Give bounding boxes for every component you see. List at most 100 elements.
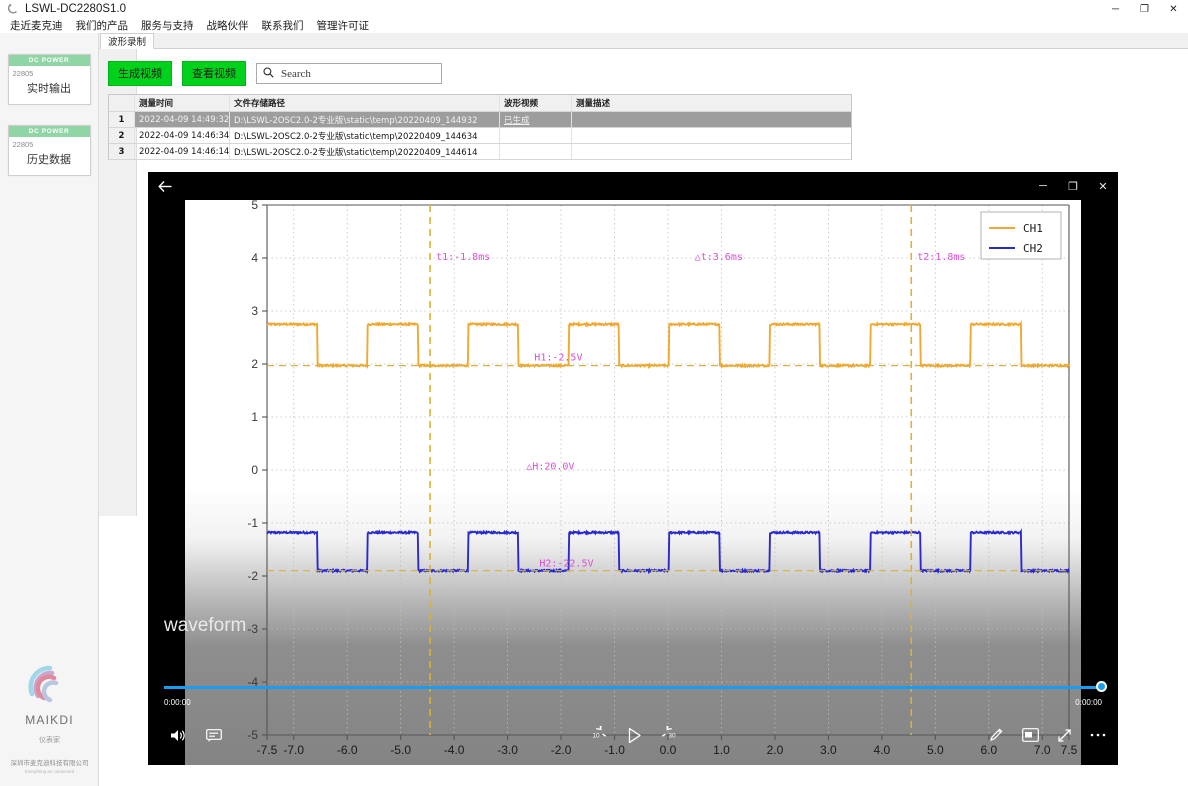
subtitles-icon[interactable] [200, 721, 228, 749]
svg-text:t2:1.8ms: t2:1.8ms [917, 252, 965, 263]
fullscreen-icon[interactable] [1050, 721, 1078, 749]
menu-item-service-support[interactable]: 服务与支持 [141, 18, 194, 33]
generate-video-button[interactable]: 生成视频 [108, 61, 172, 86]
current-time: 0:00:00 [164, 698, 191, 707]
svg-text:△t:3.6ms: △t:3.6ms [695, 252, 743, 263]
table-header-desc: 测量描述 [576, 99, 611, 109]
more-options-icon[interactable] [1084, 721, 1112, 749]
application-window: LSWL-DC2280S1.0 ─ ❐ ✕ 走近麦克迪 我们的产品 服务与支持 … [0, 0, 1188, 786]
search-input[interactable] [279, 66, 429, 81]
table-header-time: 测量时间 [135, 95, 230, 111]
svg-text:2: 2 [251, 357, 258, 371]
svg-text:t1:-1.8ms: t1:-1.8ms [436, 252, 490, 263]
measurements-table: 测量时间 文件存储路径 波形视频 测量描述 1 2022-04-09 14:49… [108, 94, 852, 160]
svg-text:1: 1 [251, 410, 258, 424]
brand-slogan: Everything as connected [24, 769, 75, 774]
row-time: 2022-04-09 14:49:32 [135, 112, 230, 127]
table-header-video: 波形视频 [500, 95, 572, 111]
svg-text:-2: -2 [247, 569, 258, 583]
row-index: 1 [109, 112, 135, 127]
app-icon [5, 1, 21, 17]
card-header-dc-power: DC POWER [8, 55, 90, 66]
rewind-amount-label: 10 [592, 732, 600, 740]
player-maximize-button[interactable]: ❐ [1058, 172, 1088, 200]
tab-strip: 波形录制 [99, 33, 1188, 49]
card-label: 实时输出 [27, 82, 71, 95]
table-header-index [109, 95, 135, 111]
maikdi-logo-icon [24, 664, 76, 710]
menu-item-products[interactable]: 我们的产品 [76, 18, 129, 33]
svg-text:CH2: CH2 [1023, 242, 1043, 255]
title-bar: LSWL-DC2280S1.0 ─ ❐ ✕ [0, 0, 1188, 18]
play-icon[interactable] [620, 721, 648, 749]
svg-text:4: 4 [251, 251, 258, 265]
forward-amount-label: 30 [668, 732, 676, 740]
brand-name: MAIKDI [25, 713, 74, 727]
window-title: LSWL-DC2280S1.0 [25, 3, 126, 15]
table-header-row: 测量时间 文件存储路径 波形视频 测量描述 [109, 95, 851, 112]
pen-icon[interactable] [982, 721, 1010, 749]
player-controls: 10 30 [148, 721, 1118, 751]
row-video-status [500, 128, 572, 143]
close-button[interactable]: ✕ [1159, 0, 1188, 18]
menu-item-license[interactable]: 管理许可证 [317, 18, 370, 33]
menu-bar: 走近麦克迪 我们的产品 服务与支持 战略伙伴 联系我们 管理许可证 [0, 18, 1188, 33]
menu-item-contact[interactable]: 联系我们 [262, 18, 304, 33]
volume-icon[interactable] [164, 721, 192, 749]
brand-subtitle: 仪表家 [39, 737, 60, 744]
card-model: 22805 [12, 69, 34, 78]
tab-waveform-recording[interactable]: 波形录制 [100, 33, 155, 49]
table-row[interactable]: 1 2022-04-09 14:49:32 D:\LSWL-2OSC2.0-2专… [109, 112, 851, 128]
video-canvas: 5 4 3 2 1 0 -1 -2 -3 -4 -5 -7.5 -7.0 -6.0 -5.0 -4.0 -3.0… [185, 172, 1081, 765]
svg-text:-3: -3 [247, 622, 258, 636]
waveform-plot: 543210-1-2-3-4-5-7.5 -7.0 -6.0 -5.0 -4.0 -3.0… [247, 198, 1077, 757]
view-video-button[interactable]: 查看视频 [182, 61, 246, 86]
menu-item-partners[interactable]: 战略伙伴 [207, 18, 249, 33]
row-video-status [500, 144, 572, 159]
forward-30-icon[interactable]: 30 [658, 721, 686, 749]
total-time: 0:00:00 [1075, 698, 1102, 707]
sidebar: DC POWER 22805 实时输出 DC POWER 22805 历史数据 … [0, 33, 99, 786]
table-row[interactable]: 2 2022-04-09 14:46:34 D:\LSWL-2OSC2.0-2专… [109, 128, 851, 144]
card-model: 22805 [12, 140, 34, 149]
row-index: 2 [109, 128, 135, 143]
svg-text:-1: -1 [247, 516, 258, 530]
svg-text:0: 0 [251, 463, 258, 477]
toolbar: 生成视频 查看视频 [108, 61, 442, 86]
svg-text:H2:-22.5V: H2:-22.5V [539, 559, 593, 570]
menu-item-about[interactable]: 走近麦克迪 [10, 18, 63, 33]
window-controls: ─ ❐ ✕ [1101, 0, 1188, 18]
brand-company: 深圳市麦克迪科技有限公司 [10, 759, 89, 767]
video-watermark: waveform [164, 615, 247, 636]
sidebar-card-history-data[interactable]: DC POWER 22805 历史数据 [7, 125, 91, 176]
player-minimize-button[interactable]: ─ [1028, 172, 1058, 200]
row-desc [572, 128, 851, 143]
svg-text:CH1: CH1 [1023, 222, 1043, 235]
row-path: D:\LSWL-2OSC2.0-2专业版\static\temp\2022040… [230, 144, 500, 159]
seek-handle[interactable] [1096, 681, 1107, 692]
sidebar-card-realtime-output[interactable]: DC POWER 22805 实时输出 [7, 54, 91, 105]
player-title-bar: ─ ❐ ✕ [148, 172, 1118, 200]
player-close-button[interactable]: ✕ [1088, 172, 1118, 200]
row-path: D:\LSWL-2OSC2.0-2专业版\static\temp\2022040… [230, 112, 500, 127]
svg-text:3: 3 [251, 304, 258, 318]
maximize-button[interactable]: ❐ [1130, 0, 1159, 18]
svg-text:H1:-2.5V: H1:-2.5V [534, 353, 582, 364]
search-icon [263, 66, 274, 81]
back-arrow-icon[interactable] [148, 172, 182, 200]
brand-footer: MAIKDI 仪表家 深圳市麦克迪科技有限公司 Everything as co… [0, 664, 99, 774]
seek-progress [164, 686, 1102, 689]
svg-text:△H:20.0V: △H:20.0V [526, 461, 574, 472]
row-desc [572, 144, 851, 159]
row-time: 2022-04-09 14:46:14 [135, 144, 230, 159]
row-path: D:\LSWL-2OSC2.0-2专业版\static\temp\2022040… [230, 128, 500, 143]
row-time: 2022-04-09 14:46:34 [135, 128, 230, 143]
card-header-dc-power: DC POWER [8, 126, 90, 137]
row-video-status[interactable]: 已生成 [504, 114, 530, 126]
seek-bar[interactable] [164, 681, 1107, 692]
rewind-10-icon[interactable]: 10 [582, 721, 610, 749]
table-row[interactable]: 3 2022-04-09 14:46:14 D:\LSWL-2OSC2.0-2专… [109, 144, 851, 160]
picture-in-picture-icon[interactable] [1016, 721, 1044, 749]
search-box[interactable] [256, 63, 442, 84]
minimize-button[interactable]: ─ [1101, 0, 1130, 18]
